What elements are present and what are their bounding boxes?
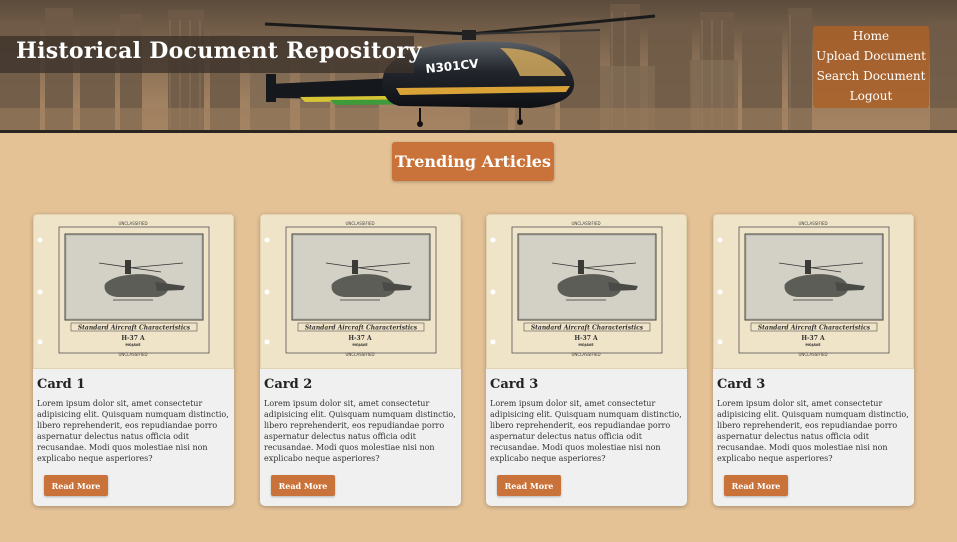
nav-search-document-link[interactable]: Search Document	[817, 69, 926, 84]
nav-logout-link[interactable]: Logout	[850, 89, 893, 104]
svg-text:Standard Aircraft Characterist: Standard Aircraft Characteristics	[305, 325, 418, 332]
header-banner: N301CV Historical Document Repository Ho…	[0, 0, 957, 133]
card-title: Card 2	[264, 377, 313, 392]
svg-text:H-37 A: H-37 A	[801, 335, 825, 342]
svg-text:MOJAVE: MOJAVE	[805, 343, 821, 347]
card-title: Card 1	[37, 377, 86, 392]
svg-text:Standard Aircraft Characterist: Standard Aircraft Characteristics	[78, 325, 191, 332]
site-title: Historical Document Repository	[16, 38, 422, 64]
nav-home-link[interactable]: Home	[853, 29, 889, 44]
document-thumbnail: UNCLASSIFIED Standard Aircraft Character…	[713, 214, 914, 369]
main-nav: Home Upload Document Search Document Log…	[813, 26, 929, 108]
read-more-button[interactable]: Read More	[724, 475, 788, 496]
card-title: Card 3	[717, 377, 766, 392]
article-card-3: UNCLASSIFIED Standard Aircraft Character…	[486, 214, 687, 506]
svg-text:MOJAVE: MOJAVE	[352, 343, 368, 347]
document-thumbnail: UNCLASSIFIED Standard Aircraft Character…	[260, 214, 461, 369]
trending-articles-heading: Trending Articles	[392, 142, 554, 181]
card-title: Card 3	[490, 377, 539, 392]
article-card-2: UNCLASSIFIED Standard Aircraft Character…	[260, 214, 461, 506]
card-body: Lorem ipsum dolor sit, amet consectetur …	[264, 399, 456, 463]
svg-text:UNCLASSIFIED: UNCLASSIFIED	[798, 221, 827, 226]
svg-text:UNCLASSIFIED: UNCLASSIFIED	[118, 221, 147, 226]
document-thumbnail: UNCLASSIFIED Standard Aircraft Character…	[486, 214, 687, 369]
card-body: Lorem ipsum dolor sit, amet consectetur …	[37, 399, 229, 463]
svg-text:UNCLASSIFIED: UNCLASSIFIED	[345, 221, 374, 226]
svg-text:MOJAVE: MOJAVE	[125, 343, 141, 347]
card-body: Lorem ipsum dolor sit, amet consectetur …	[490, 399, 682, 463]
svg-text:Standard Aircraft Characterist: Standard Aircraft Characteristics	[531, 325, 644, 332]
read-more-button[interactable]: Read More	[271, 475, 335, 496]
svg-text:MOJAVE: MOJAVE	[578, 343, 594, 347]
article-card-4: UNCLASSIFIED Standard Aircraft Character…	[713, 214, 914, 506]
svg-text:UNCLASSIFIED: UNCLASSIFIED	[345, 352, 374, 357]
read-more-button[interactable]: Read More	[497, 475, 561, 496]
card-body: Lorem ipsum dolor sit, amet consectetur …	[717, 399, 909, 463]
svg-text:Standard Aircraft Characterist: Standard Aircraft Characteristics	[758, 325, 871, 332]
svg-text:UNCLASSIFIED: UNCLASSIFIED	[571, 221, 600, 226]
svg-text:H-37 A: H-37 A	[121, 335, 145, 342]
nav-upload-document-link[interactable]: Upload Document	[816, 49, 926, 64]
svg-text:UNCLASSIFIED: UNCLASSIFIED	[798, 352, 827, 357]
svg-text:UNCLASSIFIED: UNCLASSIFIED	[571, 352, 600, 357]
article-card-1: UNCLASSIFIED Standard Aircraft Character…	[33, 214, 234, 506]
svg-text:H-37 A: H-37 A	[348, 335, 372, 342]
svg-text:H-37 A: H-37 A	[574, 335, 598, 342]
svg-text:UNCLASSIFIED: UNCLASSIFIED	[118, 352, 147, 357]
read-more-button[interactable]: Read More	[44, 475, 108, 496]
document-thumbnail: UNCLASSIFIED Standard Aircraft Character…	[33, 214, 234, 369]
